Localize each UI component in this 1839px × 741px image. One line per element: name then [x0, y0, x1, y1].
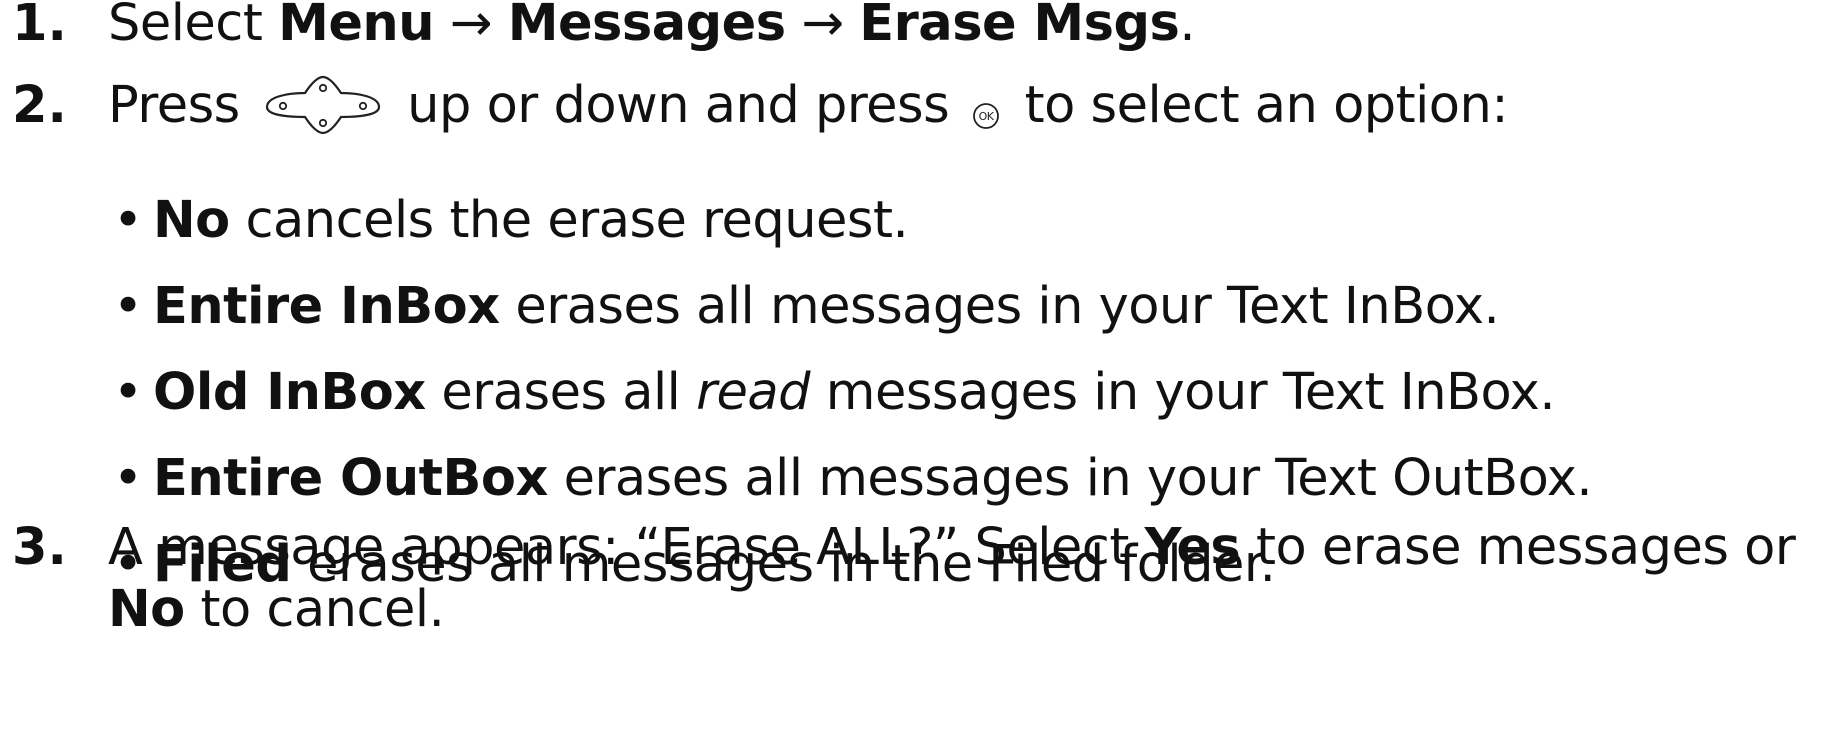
option-label: Entire InBox — [153, 277, 500, 336]
option-old-inbox: Old InBox erases all read messages in yo… — [113, 357, 1815, 443]
option-description: cancels the erase request. — [245, 191, 909, 250]
step-1-select-text: Select — [108, 0, 263, 53]
step-3-text-2: to erase messages or — [1256, 518, 1796, 577]
step-text: Select Menu → Messages → Erase Msgs. — [108, 0, 1815, 60]
step-number: 3. — [12, 518, 67, 577]
step-2-press-text: Press — [108, 76, 240, 135]
arrow-2: → — [801, 0, 844, 53]
step-1: 1. Select Menu → Messages → Erase Msgs. — [12, 0, 1815, 60]
option-no: No cancels the erase request. — [113, 185, 1815, 271]
step-1-period: . — [1179, 0, 1196, 53]
step-3-text-1: A message appears: “Erase ALL?” Select — [108, 518, 1129, 577]
svg-text:OK: OK — [978, 110, 994, 123]
no-label: No — [108, 580, 185, 639]
option-label: Old InBox — [153, 363, 426, 422]
step-2: 2. Press up or down and press OK to sele… — [12, 70, 1815, 142]
step-3: 3. A message appears: “Erase ALL?” Selec… — [12, 517, 1815, 641]
step-number: 2. — [12, 76, 67, 135]
step-3-text-3: to cancel. — [200, 580, 445, 639]
step-number: 1. — [12, 0, 67, 53]
step-text: A message appears: “Erase ALL?” Select Y… — [108, 517, 1815, 641]
messages-label: Messages — [507, 0, 786, 53]
option-description: erases all messages in your Text OutBox. — [563, 449, 1593, 508]
option-label: No — [153, 191, 230, 250]
option-description: erases all — [441, 363, 681, 422]
step-2-updown-text: up or down and press — [407, 76, 950, 135]
option-entire-inbox: Entire InBox erases all messages in your… — [113, 271, 1815, 357]
instruction-page: 1. Select Menu → Messages → Erase Msgs. … — [0, 0, 1839, 741]
step-2-to-select-text: to select an option: — [1024, 76, 1509, 135]
step-text: Press up or down and press OK to select … — [108, 70, 1815, 142]
option-emphasis: read — [696, 363, 811, 422]
arrow-1: → — [449, 0, 493, 53]
erase-msgs-label: Erase Msgs — [859, 0, 1180, 53]
menu-label: Menu — [278, 0, 435, 53]
navigation-key-icon — [266, 75, 381, 135]
option-description: erases all messages in your Text InBox. — [515, 277, 1500, 336]
option-description-tail: messages in your Text InBox. — [825, 363, 1556, 422]
option-label: Entire OutBox — [153, 449, 548, 508]
ok-key-icon: OK — [973, 103, 999, 129]
yes-label: Yes — [1144, 518, 1241, 577]
